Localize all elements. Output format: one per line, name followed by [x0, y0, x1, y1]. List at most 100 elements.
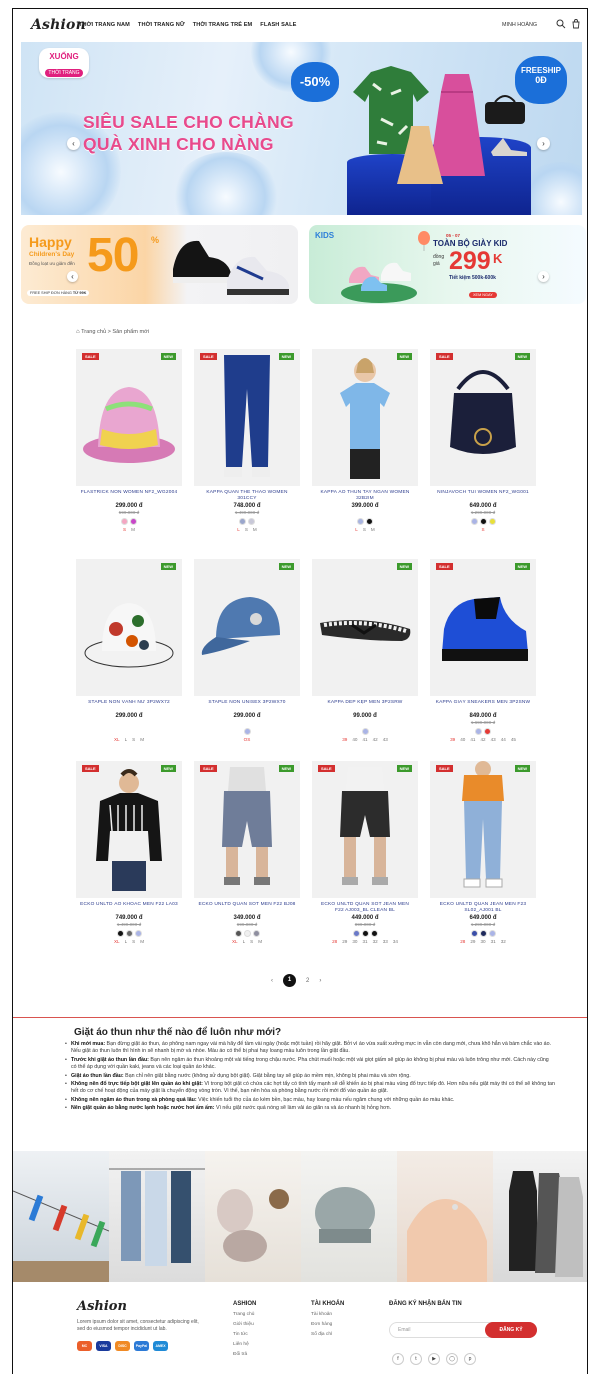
product-name[interactable]: KAPPA QUẦN THỂ THAO WOMEN 301CCY [194, 490, 300, 502]
size-option[interactable]: 43 [383, 737, 388, 742]
product-card[interactable]: SALE NEW KAPPA QUẦN THỂ THAO WOMEN 301CCY 7… [194, 349, 300, 532]
size-option[interactable]: 42 [480, 737, 485, 742]
nav-item-women[interactable]: THỜI TRANG NỮ [138, 22, 185, 28]
color-swatch[interactable] [121, 518, 128, 525]
product-card[interactable]: SALE NEW FLASTRICK NON WOMEN NF2_WG2004 299… [76, 349, 182, 532]
size-option[interactable]: 41 [470, 737, 475, 742]
product-name[interactable]: KAPPA DÉP KẸP MEN 3P2SRW [312, 700, 418, 712]
size-option[interactable]: OS [244, 737, 251, 742]
product-name[interactable]: STAPLE NÓN VÀNH NỮ 3P2WX72 [76, 700, 182, 712]
color-swatch[interactable] [361, 728, 369, 735]
product-name[interactable]: ECKO UNLTD ÁO KHOÁC MEN F22 LA03 [76, 902, 182, 914]
size-option[interactable]: 42 [373, 737, 378, 742]
color-swatch[interactable] [475, 728, 482, 735]
gallery-image-clothespins[interactable] [13, 1151, 109, 1282]
product-image[interactable]: SALE NEW [194, 761, 300, 898]
color-swatch[interactable] [252, 930, 260, 937]
product-card[interactable]: NEW STAPLE NÓN VÀNH NỮ 3P2WX72 299.000 đ XL… [76, 559, 182, 742]
product-card[interactable]: SALE NEW NINJAVOCH TÚI WOMEN NF2_WG001 649.… [430, 349, 536, 532]
size-option[interactable]: M [131, 527, 135, 532]
size-option[interactable]: 34 [393, 939, 398, 944]
size-option[interactable]: S [363, 527, 366, 532]
size-option[interactable]: L [125, 737, 128, 742]
hero-banner[interactable]: XUỐNG THỜI TRANG SIÊU SALE CHO CHÀNG QUÀ… [21, 42, 582, 215]
size-option[interactable]: 28 [460, 939, 465, 944]
product-image[interactable]: SALE NEW [312, 761, 418, 898]
product-image[interactable]: NEW [194, 559, 300, 696]
product-name[interactable]: ECKO UNLTD QUẦN SOT MEN F22 BJ08 [194, 902, 300, 914]
product-image[interactable]: NEW [312, 349, 418, 486]
size-option[interactable]: M [371, 527, 375, 532]
color-swatch[interactable] [370, 930, 378, 937]
banner-next-button[interactable]: › [538, 271, 549, 282]
product-image[interactable]: SALE NEW [430, 349, 536, 486]
color-swatch[interactable] [243, 728, 251, 735]
footer-link[interactable]: Đổi trả [233, 1352, 256, 1357]
product-card[interactable]: SALE NEW ECKO UNLTD QUẦN JEAN MEN F23 SL02… [430, 761, 536, 944]
size-option[interactable]: 40 [460, 737, 465, 742]
size-option[interactable]: S [132, 737, 135, 742]
subscribe-button[interactable]: ĐĂNG KÝ [485, 1322, 537, 1338]
product-card[interactable]: NEW KAPPA DÉP KẸP MEN 3P2SRW 99.000 đ 39 40 4… [312, 559, 418, 742]
size-option[interactable]: 32 [373, 939, 378, 944]
gallery-image-hands[interactable] [397, 1151, 493, 1282]
color-swatch[interactable] [134, 930, 142, 937]
footer-link[interactable]: Trang chủ [233, 1312, 256, 1317]
hero-prev-button[interactable]: ‹ [67, 137, 80, 150]
nav-item-flash-sale[interactable]: FLASH SALE [260, 22, 296, 28]
size-option[interactable]: 43 [491, 737, 496, 742]
color-swatch[interactable] [488, 518, 496, 525]
footer-link[interactable]: Giới thiệu [233, 1322, 256, 1327]
page-1[interactable]: 1 [283, 974, 296, 987]
product-card[interactable]: NEW STAPLE NÓN UNISEX 3P2WX70 299.000 đ OS [194, 559, 300, 742]
gallery-image-shirts[interactable] [109, 1151, 205, 1282]
size-option[interactable]: XL [114, 939, 120, 944]
size-option[interactable]: 30 [352, 939, 357, 944]
size-option[interactable]: S [132, 939, 135, 944]
page-2[interactable]: 2 [306, 978, 309, 984]
product-image[interactable]: SALE NEW [76, 349, 182, 486]
product-card[interactable]: SALE NEW ECKO UNLTD QUẦN SOT JEAN MEN F22 … [312, 761, 418, 944]
search-icon[interactable] [556, 19, 566, 29]
size-option[interactable]: 39 [450, 737, 455, 742]
size-option[interactable]: 30 [480, 939, 485, 944]
gallery-image-tank-tops[interactable] [493, 1151, 587, 1282]
logo[interactable]: Ashion [31, 17, 86, 33]
cart-icon[interactable] [571, 19, 581, 29]
color-swatch[interactable] [470, 518, 478, 525]
product-image[interactable]: SALE NEW [430, 761, 536, 898]
color-swatch[interactable] [239, 518, 246, 525]
footer-logo[interactable]: Ashion [77, 1299, 127, 1314]
color-swatch[interactable] [484, 728, 491, 735]
product-name[interactable]: KAPPA ÁO THUN TAY NGẮN WOMEN 32B2IM [312, 490, 418, 502]
color-swatch[interactable] [488, 930, 496, 937]
color-swatch[interactable] [366, 518, 373, 525]
instagram-icon[interactable]: ◯ [446, 1353, 458, 1365]
size-option[interactable]: S [245, 527, 248, 532]
size-option[interactable]: S [123, 527, 126, 532]
color-swatch[interactable] [479, 518, 487, 525]
size-option[interactable]: 28 [332, 939, 337, 944]
product-card[interactable]: SALE NEW ECKO UNLTD ÁO KHOÁC MEN F22 LA03 7… [76, 761, 182, 944]
size-option[interactable]: 29 [342, 939, 347, 944]
size-option[interactable]: L [243, 939, 246, 944]
pagination-next[interactable]: › [319, 978, 321, 984]
color-swatch[interactable] [243, 930, 251, 937]
color-swatch[interactable] [248, 518, 255, 525]
product-name[interactable]: NINJAVOCH TÚI WOMEN NF2_WG001 [430, 490, 536, 502]
color-swatch[interactable] [130, 518, 137, 525]
footer-link[interactable]: Tài khoản [311, 1312, 344, 1317]
gallery-image-yarn[interactable] [205, 1151, 301, 1282]
size-option[interactable]: 31 [362, 939, 367, 944]
facebook-icon[interactable]: f [392, 1353, 404, 1365]
twitter-icon[interactable]: t [410, 1353, 422, 1365]
product-image[interactable]: SALE NEW [430, 559, 536, 696]
product-image[interactable]: NEW [312, 559, 418, 696]
footer-link[interactable]: Đơn hàng [311, 1322, 344, 1327]
product-card[interactable]: SALE NEW ECKO UNLTD QUẦN SOT MEN F22 BJ08 3… [194, 761, 300, 944]
color-swatch[interactable] [116, 930, 124, 937]
product-image[interactable]: NEW [76, 559, 182, 696]
size-option[interactable]: S [481, 527, 484, 532]
product-card[interactable]: NEW KAPPA ÁO THUN TAY NGẮN WOMEN 32B2IM 39… [312, 349, 418, 532]
user-name[interactable]: MINH HOÀNG [502, 22, 537, 28]
